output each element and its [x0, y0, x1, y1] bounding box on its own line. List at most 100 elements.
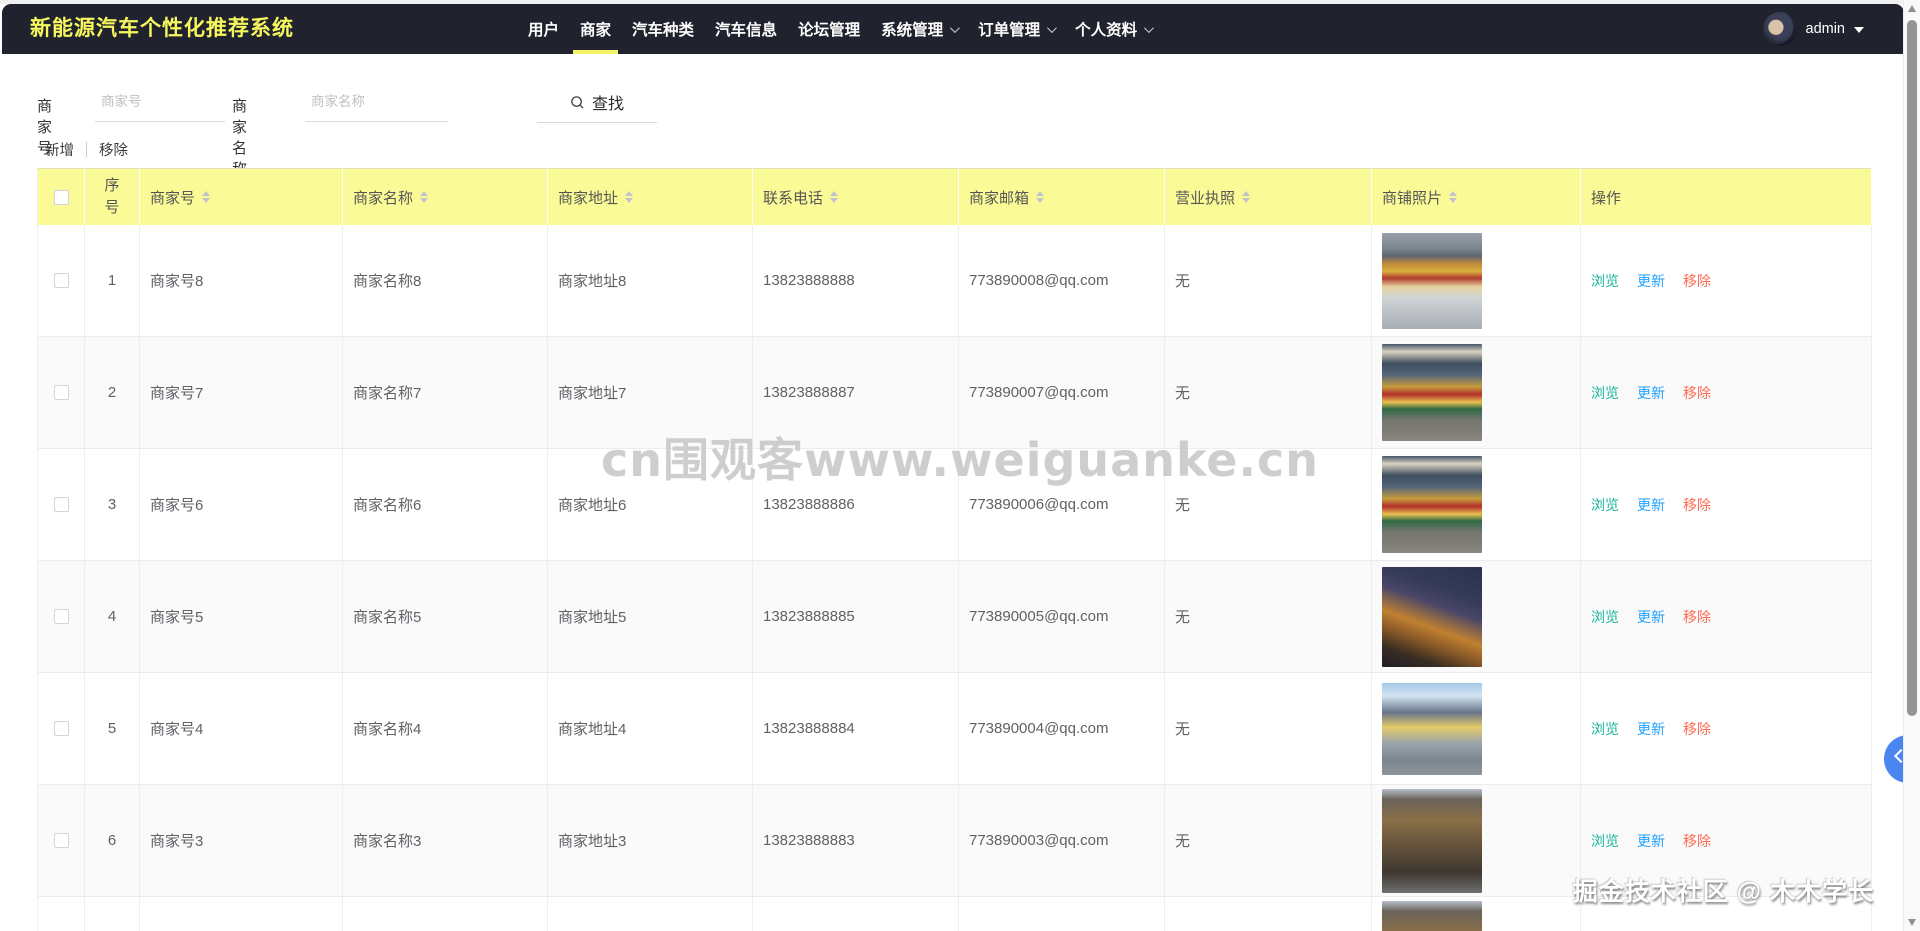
cell-merchant-no: 商家号8	[140, 225, 343, 337]
sort-icon[interactable]	[1242, 191, 1251, 203]
cell-phone: 13823888884	[753, 673, 959, 785]
cell-phone: 13823888886	[753, 449, 959, 561]
table-row: 2 商家号7 商家名称7 商家地址7 13823888887 773890007…	[38, 337, 1872, 449]
cell-merchant-no: 商家号3	[140, 785, 343, 897]
cell-index: 5	[85, 673, 140, 785]
shop-photo	[1382, 566, 1482, 667]
nav-item-profile[interactable]: 个人资料	[1073, 4, 1154, 54]
cell-license: 无	[1165, 449, 1372, 561]
cell-index: 6	[85, 785, 140, 897]
header-cell-address: 商家地址	[548, 169, 753, 225]
update-link[interactable]: 更新	[1637, 383, 1665, 403]
nav-item-orders[interactable]: 订单管理	[976, 4, 1057, 54]
remove-link[interactable]: 移除	[1683, 495, 1711, 515]
cell-address	[548, 897, 753, 931]
cell-license: 无	[1165, 337, 1372, 449]
cell-email	[959, 897, 1165, 931]
sort-icon[interactable]	[202, 191, 211, 203]
view-link[interactable]: 浏览	[1591, 607, 1619, 627]
sort-icon[interactable]	[625, 191, 634, 203]
remove-link[interactable]: 移除	[1683, 607, 1711, 627]
vertical-scrollbar[interactable]	[1903, 0, 1920, 931]
remove-link[interactable]: 移除	[1683, 831, 1711, 851]
row-checkbox[interactable]	[53, 609, 69, 624]
scroll-up-arrow-icon[interactable]	[1908, 5, 1916, 12]
avatar	[1762, 12, 1797, 46]
cell-phone: 13823888887	[753, 337, 959, 449]
search-button[interactable]: 查找	[537, 82, 657, 123]
shop-photo	[1382, 232, 1482, 329]
remove-link[interactable]: 移除	[1683, 719, 1711, 739]
remove-link[interactable]: 移除	[1683, 383, 1711, 403]
table-row: 6 商家号3 商家名称3 商家地址3 13823888883 773890003…	[38, 785, 1872, 897]
merchant-no-input[interactable]	[95, 82, 225, 122]
update-link[interactable]: 更新	[1637, 831, 1665, 851]
topbar: 新能源汽车个性化推荐系统 用户 商家 汽车种类 汽车信息 论坛管理 系统管理 订…	[2, 4, 1904, 54]
shop-photo	[1382, 788, 1482, 893]
nav-item-forum[interactable]: 论坛管理	[796, 4, 862, 54]
sort-icon[interactable]	[1449, 191, 1458, 203]
shop-photo	[1382, 900, 1482, 931]
cell-license: 无	[1165, 673, 1372, 785]
row-checkbox[interactable]	[53, 721, 69, 736]
table-row-partial	[38, 897, 1872, 931]
update-link[interactable]: 更新	[1637, 495, 1665, 515]
row-checkbox[interactable]	[53, 385, 69, 400]
view-link[interactable]: 浏览	[1591, 719, 1619, 739]
cell-index: 1	[85, 225, 140, 337]
cell-email: 773890008@qq.com	[959, 225, 1165, 337]
cell-email: 773890006@qq.com	[959, 449, 1165, 561]
header-cell-merchant-no: 商家号	[140, 169, 343, 225]
row-checkbox[interactable]	[53, 833, 69, 848]
header-cell-actions: 操作	[1581, 169, 1872, 225]
row-checkbox[interactable]	[53, 273, 69, 288]
add-button[interactable]: 新增	[45, 139, 74, 160]
cell-index: 3	[85, 449, 140, 561]
view-link[interactable]: 浏览	[1591, 383, 1619, 403]
cell-name: 商家名称3	[343, 785, 548, 897]
update-link[interactable]: 更新	[1637, 607, 1665, 627]
cell-address: 商家地址4	[548, 673, 753, 785]
main-nav: 用户 商家 汽车种类 汽车信息 论坛管理 系统管理 订单管理 个人资料	[526, 4, 1154, 54]
header-cell-checkbox	[38, 169, 85, 225]
scroll-down-arrow-icon[interactable]	[1908, 919, 1916, 926]
nav-item-merchants[interactable]: 商家	[573, 4, 619, 54]
table-header-row: 序号 商家号 商家名称 商家地址 联系电话 商家邮箱 营业执照 商铺照片 操作	[38, 169, 1872, 225]
view-link[interactable]: 浏览	[1591, 831, 1619, 851]
nav-item-system[interactable]: 系统管理	[879, 4, 960, 54]
cell-license: 无	[1165, 561, 1372, 673]
merchant-name-label: 商家名称	[232, 98, 248, 178]
remove-button[interactable]: 移除	[99, 139, 128, 160]
update-link[interactable]: 更新	[1637, 719, 1665, 739]
cell-index: 2	[85, 337, 140, 449]
user-menu[interactable]: admin	[1762, 4, 1864, 54]
cell-address: 商家地址5	[548, 561, 753, 673]
cell-address: 商家地址3	[548, 785, 753, 897]
remove-link[interactable]: 移除	[1683, 271, 1711, 291]
cell-address: 商家地址8	[548, 225, 753, 337]
scrollbar-thumb[interactable]	[1907, 20, 1917, 716]
update-link[interactable]: 更新	[1637, 271, 1665, 291]
sort-icon[interactable]	[1036, 191, 1045, 203]
row-checkbox[interactable]	[53, 497, 69, 512]
nav-item-car-types[interactable]: 汽车种类	[630, 4, 696, 54]
cell-index	[85, 897, 140, 931]
caret-down-icon	[1854, 27, 1864, 33]
cell-email: 773890004@qq.com	[959, 673, 1165, 785]
sort-icon[interactable]	[420, 191, 429, 203]
nav-item-car-info[interactable]: 汽车信息	[713, 4, 779, 54]
nav-item-users[interactable]: 用户	[526, 4, 561, 54]
cell-address: 商家地址6	[548, 449, 753, 561]
merchant-name-input[interactable]	[305, 82, 448, 122]
cell-email: 773890007@qq.com	[959, 337, 1165, 449]
cell-name: 商家名称7	[343, 337, 548, 449]
cell-name: 商家名称8	[343, 225, 548, 337]
select-all-checkbox[interactable]	[53, 189, 69, 205]
cell-phone: 13823888885	[753, 561, 959, 673]
view-link[interactable]: 浏览	[1591, 271, 1619, 291]
view-link[interactable]: 浏览	[1591, 495, 1619, 515]
merchants-table: 序号 商家号 商家名称 商家地址 联系电话 商家邮箱 营业执照 商铺照片 操作 …	[37, 168, 1872, 931]
sort-icon[interactable]	[830, 191, 839, 203]
shop-photo	[1382, 344, 1482, 441]
cell-phone: 13823888883	[753, 785, 959, 897]
